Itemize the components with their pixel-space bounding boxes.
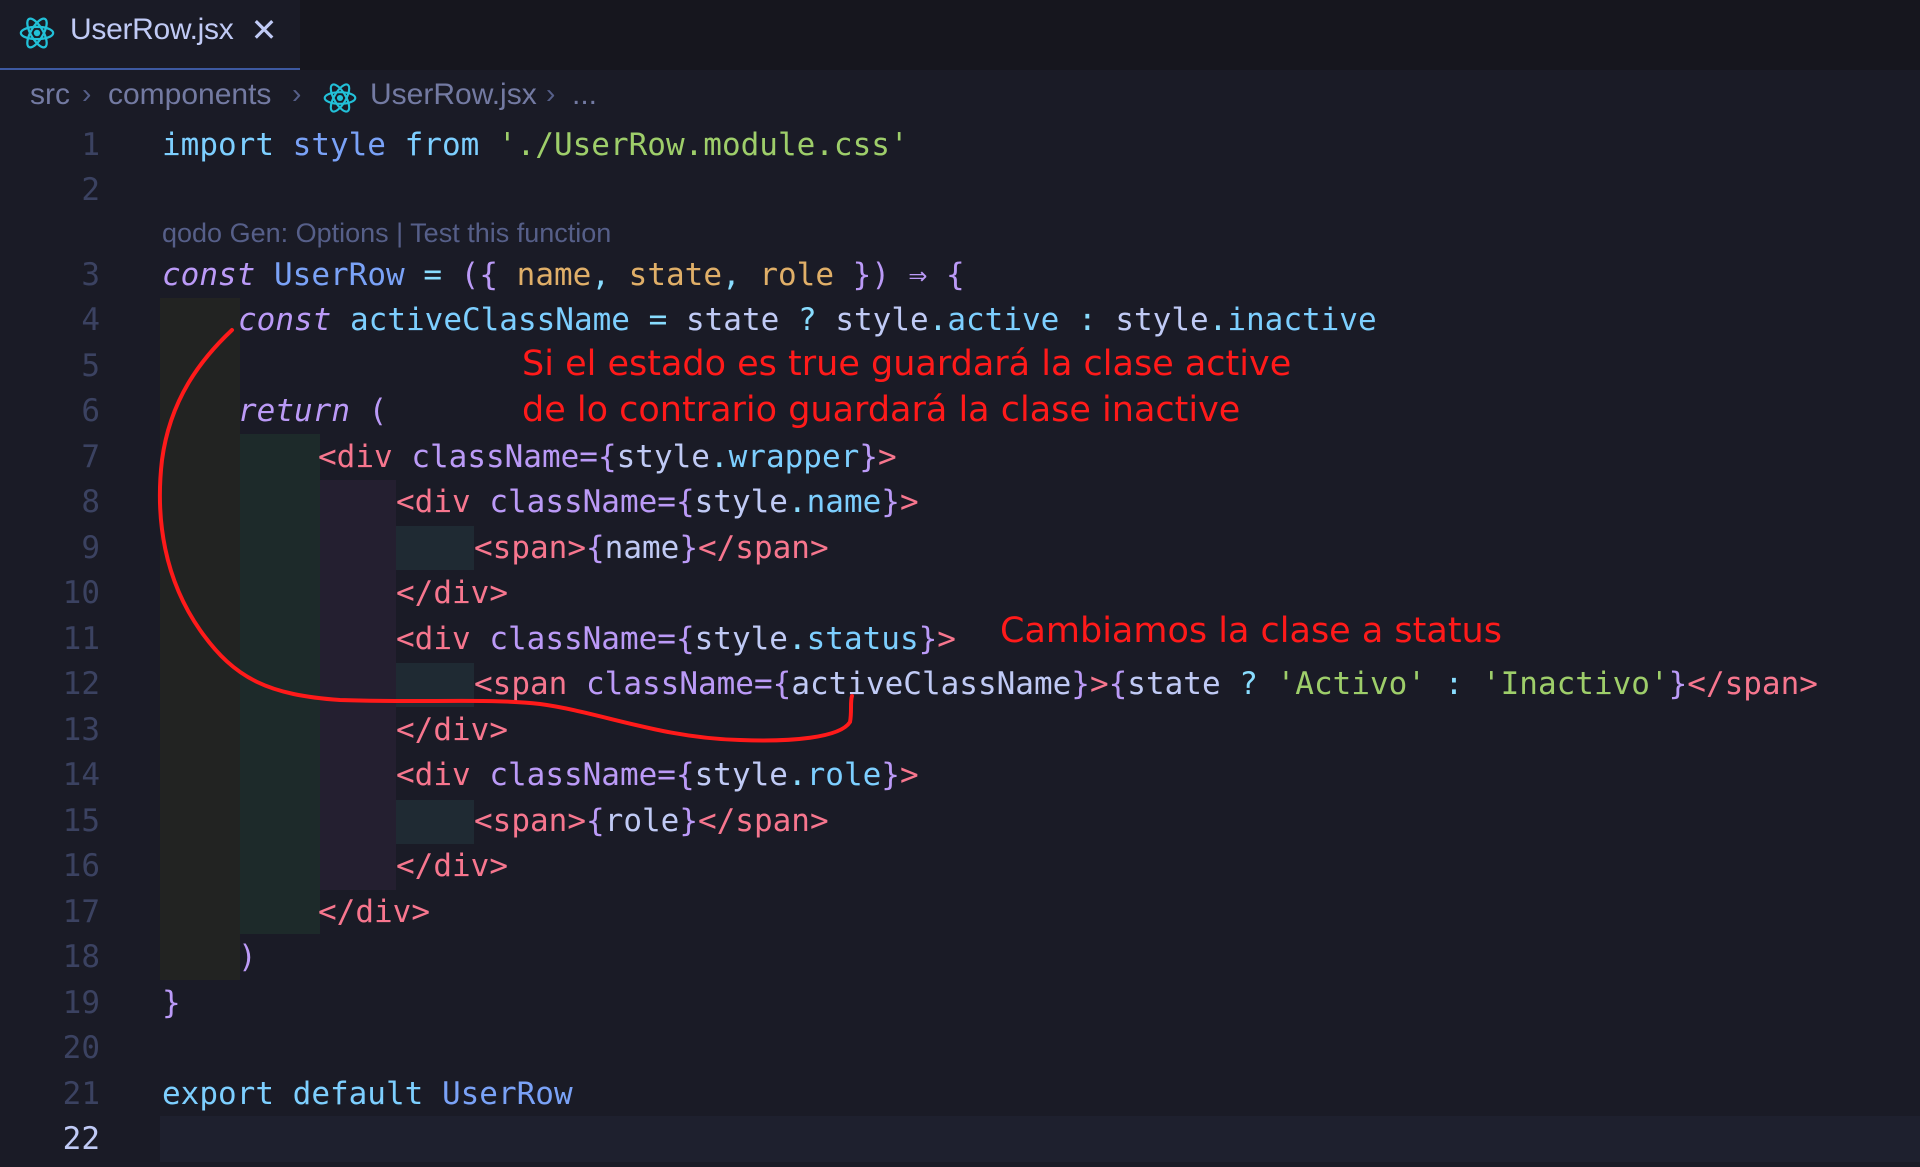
code-editor-window: UserRow.jsx ✕ src › components › UserRow… (0, 0, 1920, 1167)
hand-drawn-arrow (157, 328, 854, 743)
